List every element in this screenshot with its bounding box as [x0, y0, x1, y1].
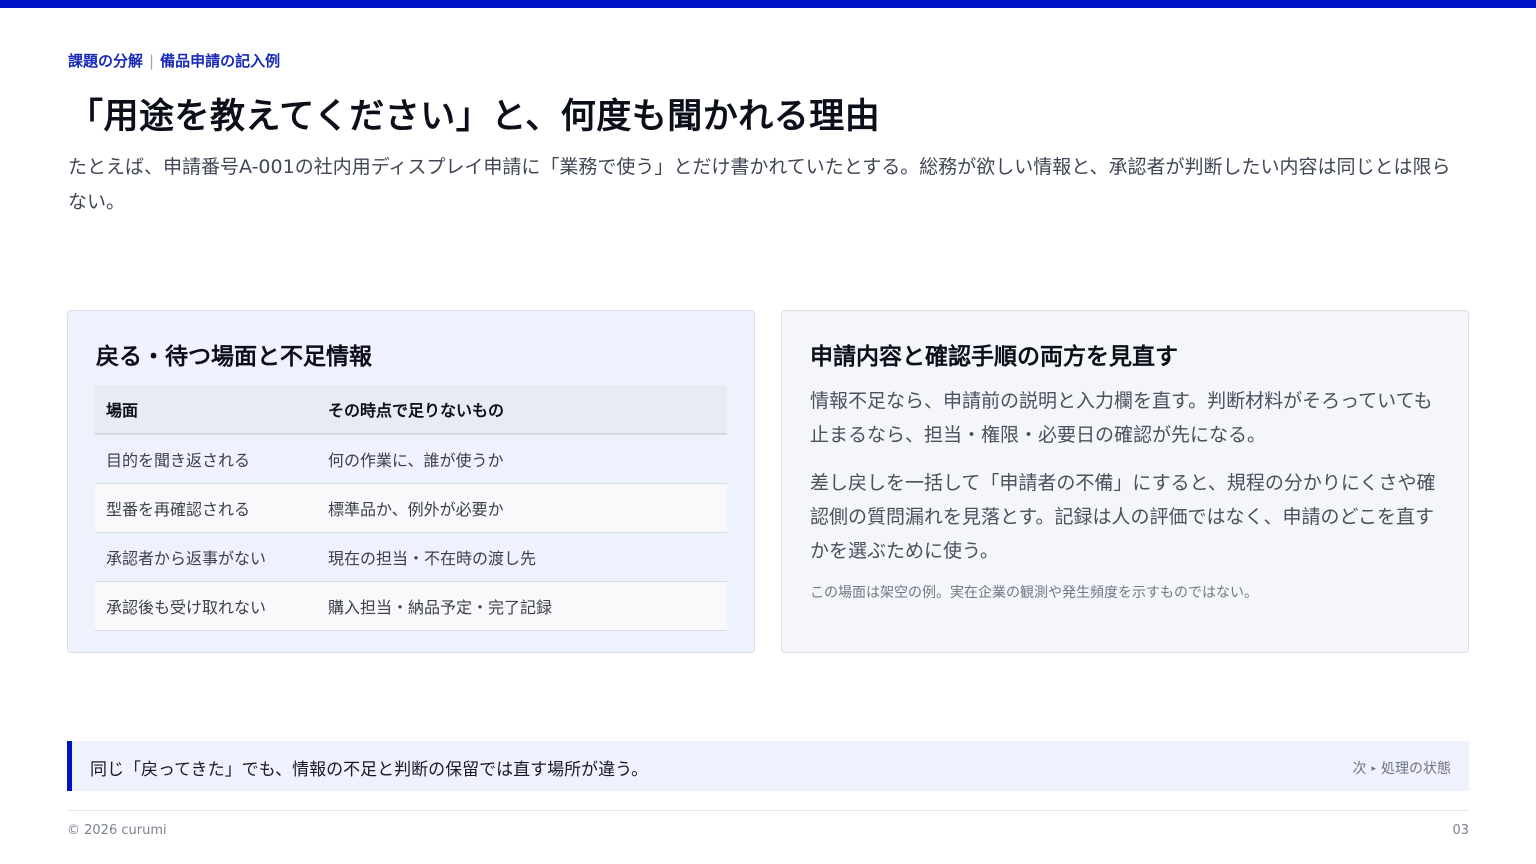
scene-table: 場面 その時点で足りないもの 目的を聞き返される 何の作業に、誰が使うか 型番を…	[95, 385, 727, 631]
breadcrumb-section: 課題の分解	[68, 52, 144, 70]
review-paragraph-2: 差し戻しを一括して「申請者の不備」にすると、規程の分かりにくさや確認側の質問漏れ…	[810, 472, 1436, 562]
review-paragraph-1: 情報不足なら、申請前の説明と入力欄を直す。判断材料がそろっていても止まるなら、担…	[810, 390, 1433, 446]
summary-callout: 同じ「戻ってきた」でも、情報の不足と判断の保留では直す場所が違う。 次 ▸ 処理の状…	[67, 741, 1469, 791]
scene-card-title: 戻る・待つ場面と不足情報	[96, 344, 372, 370]
breadcrumb: 課題の分解 | 備品申請の記入例	[68, 50, 280, 71]
next-label: 次	[1352, 761, 1367, 777]
footer-divider	[67, 810, 1469, 811]
table-cell-scene: 承認者から返事がない	[95, 532, 317, 582]
lead-paragraph: たとえば、申請番号A-001の社内用ディスプレイ申請に「業務で使う」とだけ書かれ…	[68, 156, 1451, 213]
next-topic: 処理の状態	[1381, 761, 1451, 777]
table-cell-missing: 何の作業に、誰が使うか	[317, 434, 727, 484]
table-cell-missing: 購入担当・納品予定・完了記録	[317, 581, 727, 631]
table-row: 承認後も受け取れない 購入担当・納品予定・完了記録	[95, 581, 727, 631]
page-title: 「用途を教えてください」と、何度も聞かれる理由	[68, 97, 881, 137]
table-cell-missing: 現在の担当・不在時の渡し先	[317, 532, 727, 582]
disclaimer-note: この場面は架空の例。実在企業の観測や発生頻度を示すものではない。	[810, 585, 1258, 601]
table-row: 目的を聞き返される 何の作業に、誰が使うか	[95, 434, 727, 484]
table-header-row: 場面 その時点で足りないもの	[95, 385, 727, 435]
scene-card: 戻る・待つ場面と不足情報 場面 その時点で足りないもの 目的を聞き返される 何の…	[67, 310, 755, 653]
table-cell-missing: 標準品か、例外が必要か	[317, 483, 727, 533]
top-accent-bar	[0, 0, 1536, 8]
table-header-scene: 場面	[95, 385, 317, 435]
page-number: 03	[1452, 823, 1469, 838]
breadcrumb-separator: |	[149, 52, 155, 70]
table-cell-scene: 目的を聞き返される	[95, 434, 317, 484]
table-cell-scene: 承認後も受け取れない	[95, 581, 317, 631]
table-row: 型番を再確認される 標準品か、例外が必要か	[95, 483, 727, 533]
next-arrow-icon: ▸	[1371, 764, 1376, 774]
callout-text: 同じ「戻ってきた」でも、情報の不足と判断の保留では直す場所が違う。	[90, 760, 649, 780]
table-row: 承認者から返事がない 現在の担当・不在時の渡し先	[95, 532, 727, 582]
copyright: © 2026 curumi	[67, 823, 167, 838]
table-header-missing: その時点で足りないもの	[317, 385, 727, 435]
breadcrumb-topic: 備品申請の記入例	[160, 52, 281, 70]
table-cell-scene: 型番を再確認される	[95, 483, 317, 533]
review-card: 申請内容と確認手順の両方を見直す 情報不足なら、申請前の説明と入力欄を直す。判断…	[781, 310, 1469, 653]
review-card-title: 申請内容と確認手順の両方を見直す	[810, 344, 1178, 370]
next-section-link[interactable]: 次 ▸ 処理の状態	[1352, 758, 1451, 778]
